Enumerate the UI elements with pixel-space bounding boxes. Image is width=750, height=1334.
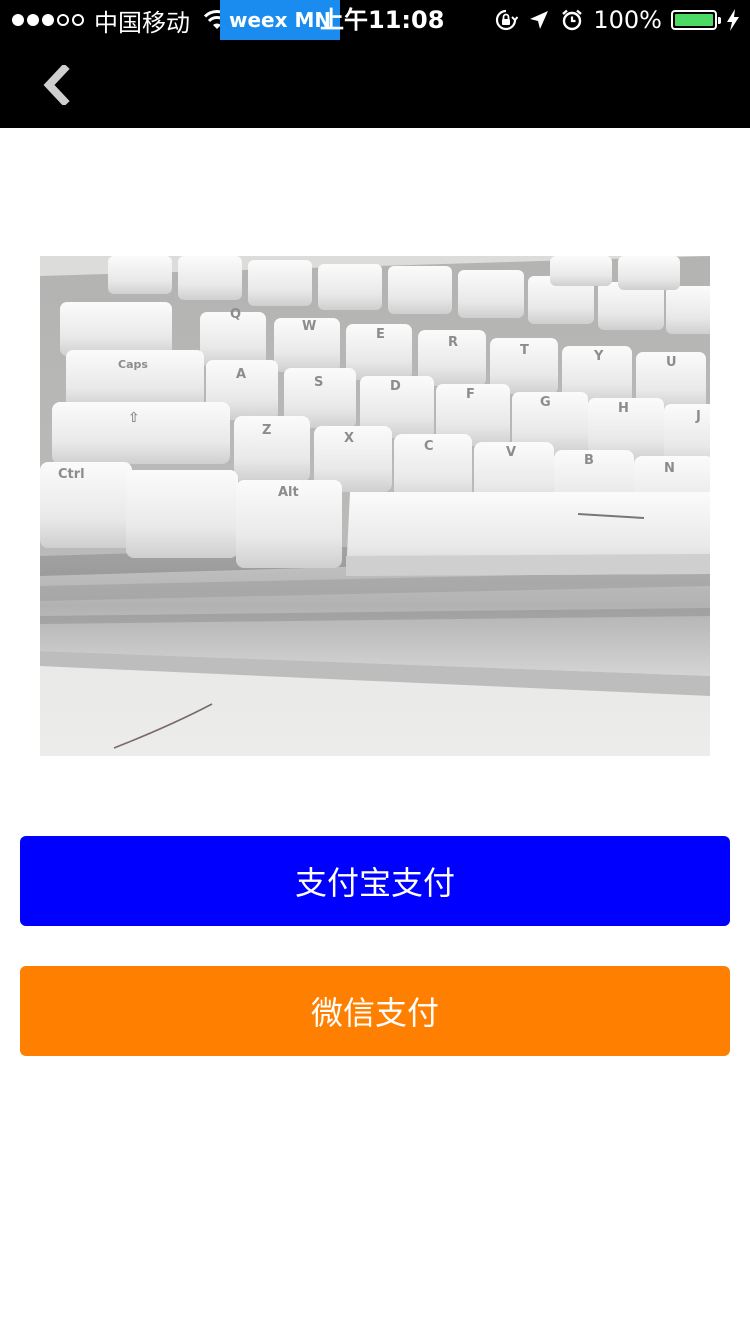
svg-text:R: R [448, 335, 458, 350]
svg-text:V: V [506, 445, 516, 460]
svg-text:E: E [376, 327, 385, 342]
location-arrow-icon [530, 11, 549, 29]
svg-text:H: H [618, 401, 629, 416]
status-time: 上午11:08 [320, 6, 445, 34]
back-button[interactable] [30, 60, 80, 110]
status-bar-right: 100% [494, 0, 740, 40]
chevron-left-icon [43, 65, 70, 105]
svg-text:T: T [520, 343, 529, 358]
svg-text:Ctrl: Ctrl [58, 467, 85, 482]
svg-text:Caps: Caps [118, 358, 148, 371]
alipay-pay-label: 支付宝支付 [294, 864, 455, 902]
keyboard-photo: Q W E R T Y U Caps A S D F G H J Z X C V… [40, 256, 710, 756]
svg-text:Z: Z [262, 423, 271, 438]
wechat-pay-button[interactable]: 微信支付 [20, 966, 730, 1056]
svg-text:D: D [390, 379, 401, 394]
svg-text:F: F [466, 387, 475, 402]
svg-text:S: S [314, 375, 323, 390]
svg-text:A: A [236, 367, 246, 382]
debug-label: weex MN [229, 8, 332, 32]
carrier-name: 中国移动 [94, 8, 190, 37]
navigation-bar [0, 40, 750, 128]
signal-dots-icon [12, 14, 84, 26]
battery-percent: 100% [593, 6, 662, 34]
svg-text:B: B [584, 453, 594, 468]
svg-text:W: W [302, 319, 316, 334]
svg-text:⇧: ⇧ [128, 410, 140, 426]
svg-text:Alt: Alt [278, 485, 299, 500]
wechat-pay-label: 微信支付 [310, 994, 439, 1032]
status-bar: 中国移动 weex MN 上午11:08 100% [0, 0, 750, 40]
svg-text:Q: Q [230, 307, 241, 322]
charging-bolt-icon [727, 9, 739, 31]
svg-text:N: N [664, 461, 675, 476]
svg-text:G: G [540, 395, 551, 410]
svg-text:C: C [424, 439, 434, 454]
rotation-lock-icon [496, 9, 519, 31]
svg-text:X: X [344, 431, 354, 446]
alipay-pay-button[interactable]: 支付宝支付 [20, 836, 730, 926]
svg-text:Y: Y [593, 349, 604, 364]
status-bar-left: 中国移动 [12, 0, 230, 40]
keyboard-illustration: Q W E R T Y U Caps A S D F G H J Z X C V… [40, 256, 710, 756]
battery-icon [671, 10, 721, 30]
alarm-icon [562, 9, 583, 31]
svg-text:J: J [695, 409, 701, 424]
svg-text:U: U [666, 355, 677, 370]
